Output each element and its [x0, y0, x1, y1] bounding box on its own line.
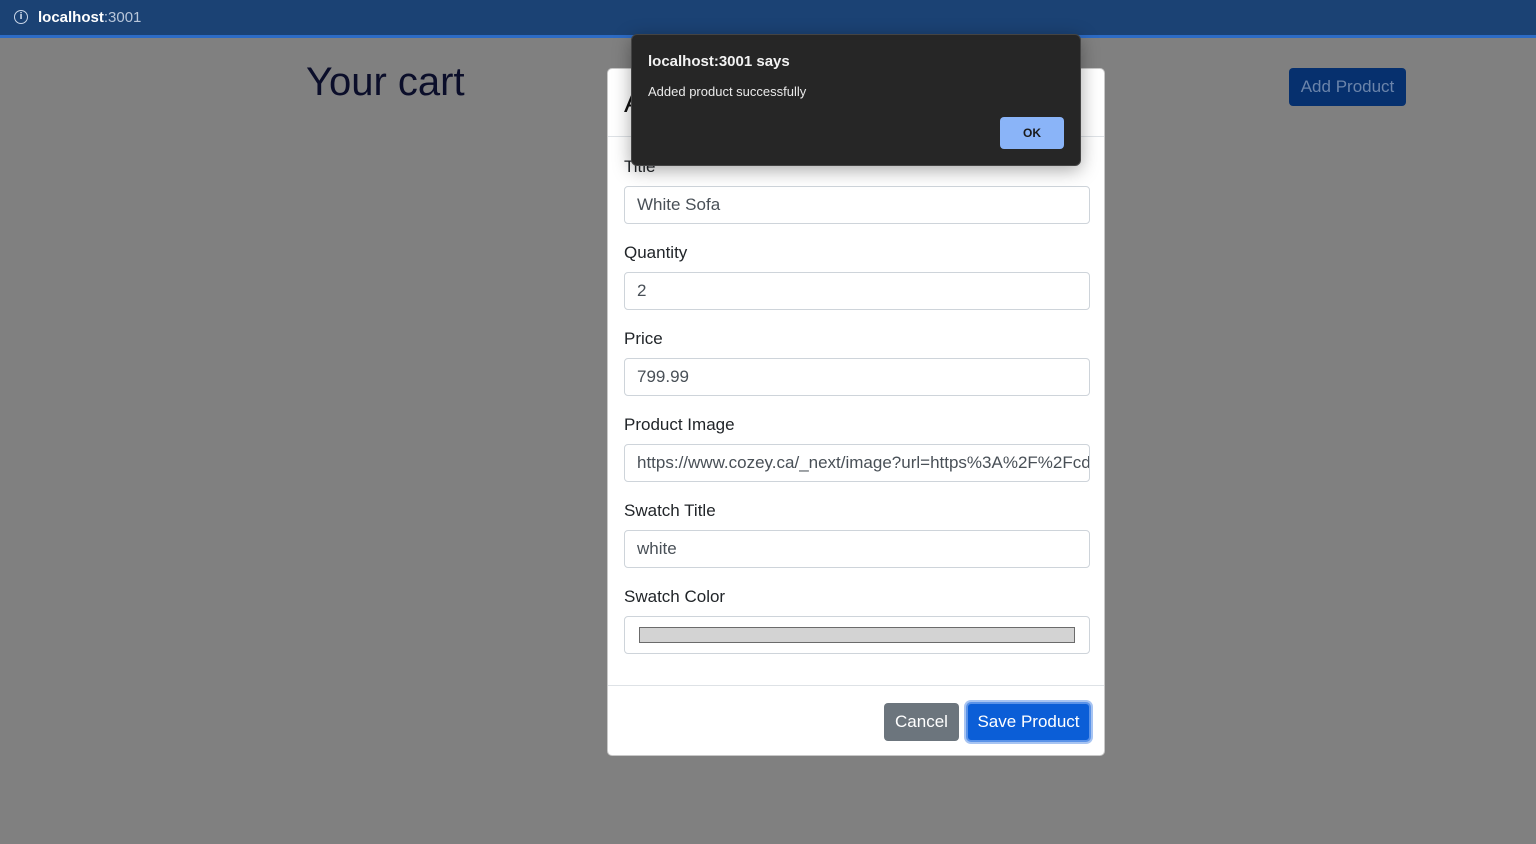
swatch-title-input[interactable]: white: [624, 530, 1090, 568]
alert-title: localhost:3001 says: [648, 53, 790, 70]
browser-address-bar: i localhost:3001: [0, 0, 1536, 38]
price-input[interactable]: 799.99: [624, 358, 1090, 396]
page-title: Your cart: [306, 60, 465, 104]
save-product-button[interactable]: Save Product: [966, 702, 1091, 742]
alert-dialog: localhost:3001 says Added product succes…: [631, 34, 1081, 166]
swatch-color-label: Swatch Color: [624, 587, 726, 606]
add-product-button[interactable]: Add Product: [1289, 68, 1406, 106]
title-input[interactable]: White Sofa: [624, 186, 1090, 224]
product-image-label: Product Image: [624, 415, 735, 434]
add-product-modal: A Title White Sofa Quantity 2 Price 799.…: [607, 68, 1105, 756]
alert-message: Added product successfully: [648, 84, 807, 99]
url-port: :3001: [103, 9, 142, 26]
cancel-button[interactable]: Cancel: [884, 703, 959, 741]
modal-footer: Cancel Save Product: [608, 685, 1104, 756]
info-icon[interactable]: i: [14, 10, 28, 24]
quantity-label: Quantity: [624, 243, 688, 262]
swatch-title-label: Swatch Title: [624, 501, 716, 520]
address-url[interactable]: localhost:3001: [38, 9, 141, 26]
price-label: Price: [624, 329, 663, 348]
quantity-input[interactable]: 2: [624, 272, 1090, 310]
alert-ok-button[interactable]: OK: [1000, 117, 1064, 149]
product-image-input[interactable]: https://www.cozey.ca/_next/image?url=htt…: [624, 444, 1090, 482]
swatch-color-preview[interactable]: [639, 627, 1075, 643]
swatch-color-input[interactable]: [624, 616, 1090, 654]
url-host: localhost: [38, 9, 104, 26]
